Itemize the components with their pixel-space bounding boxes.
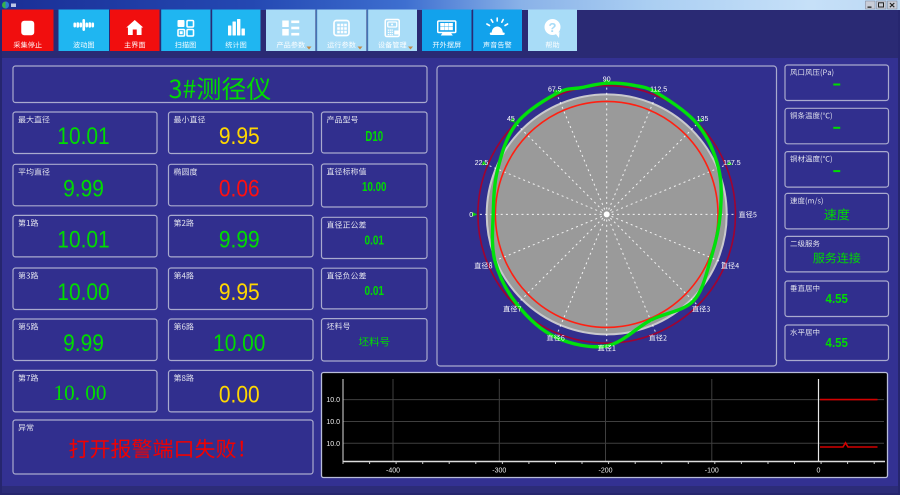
svg-text:4.55: 4.55 xyxy=(826,335,848,350)
svg-text:0.01: 0.01 xyxy=(365,283,384,298)
svg-text:9.99: 9.99 xyxy=(219,226,260,253)
svg-text:10.01: 10.01 xyxy=(57,226,109,253)
svg-text:-200: -200 xyxy=(598,468,612,475)
svg-text:10. 00: 10. 00 xyxy=(54,380,107,405)
svg-text:67.5: 67.5 xyxy=(548,87,562,94)
svg-text:90: 90 xyxy=(603,76,611,83)
svg-text:10.01: 10.01 xyxy=(57,123,109,150)
svg-text:-300: -300 xyxy=(492,468,506,475)
svg-text:10.0: 10.0 xyxy=(326,419,340,426)
svg-text:157.5: 157.5 xyxy=(723,160,741,167)
svg-text:0.01: 0.01 xyxy=(365,232,384,247)
svg-text:0.06: 0.06 xyxy=(219,175,260,202)
svg-text:D10: D10 xyxy=(365,129,383,145)
svg-text:-400: -400 xyxy=(386,468,400,475)
svg-text:135: 135 xyxy=(697,116,709,123)
svg-text:0.00: 0.00 xyxy=(219,381,260,408)
svg-text:4.55: 4.55 xyxy=(826,291,848,306)
svg-text:112.5: 112.5 xyxy=(650,87,667,94)
svg-text:9.95: 9.95 xyxy=(219,279,260,306)
svg-text:9.99: 9.99 xyxy=(63,330,104,357)
svg-text:9.95: 9.95 xyxy=(219,123,260,150)
svg-text:10.00: 10.00 xyxy=(213,330,265,357)
svg-text:9.99: 9.99 xyxy=(63,175,104,202)
svg-text:10.0: 10.0 xyxy=(326,397,340,404)
svg-text:10.00: 10.00 xyxy=(57,279,109,306)
svg-text:10.0: 10.0 xyxy=(326,441,340,448)
svg-text:45: 45 xyxy=(507,116,515,123)
svg-text:?: ? xyxy=(549,20,557,35)
svg-text:0: 0 xyxy=(817,468,821,475)
svg-text:0: 0 xyxy=(469,212,473,219)
svg-text:10.00: 10.00 xyxy=(362,179,386,194)
svg-text:-100: -100 xyxy=(705,468,719,475)
svg-text:22.5: 22.5 xyxy=(475,160,489,167)
